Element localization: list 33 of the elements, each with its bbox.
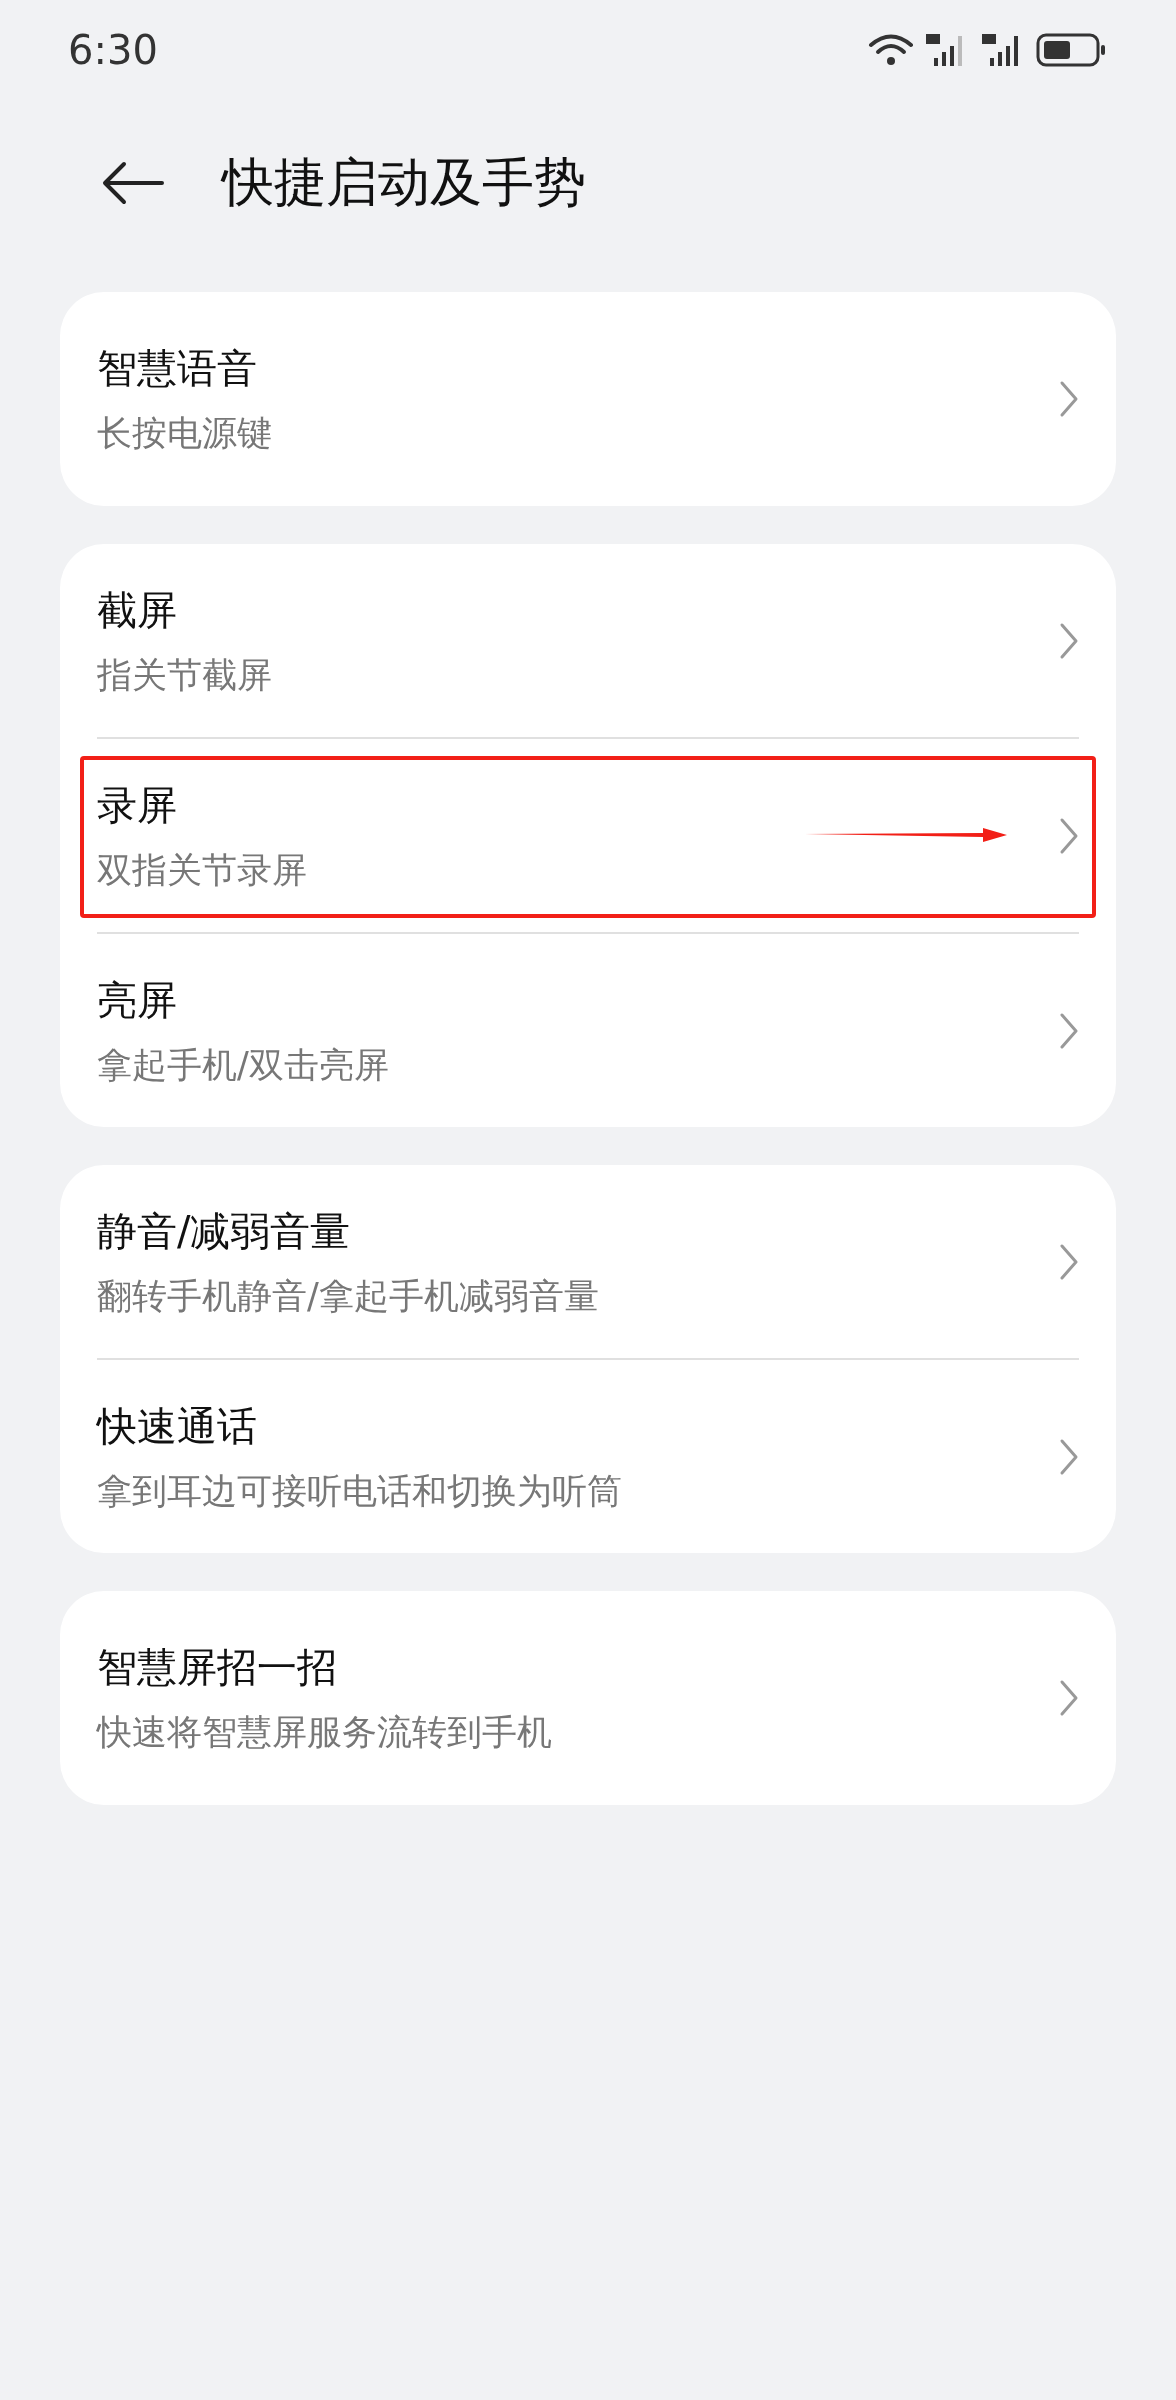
item-subtitle: 指关节截屏: [97, 653, 272, 697]
chevron-right-icon: [1059, 621, 1079, 660]
chevron-right-icon: [1059, 816, 1079, 855]
settings-item[interactable]: 智慧语音 长按电源键: [97, 292, 1079, 506]
chevron-right-icon: [1059, 1679, 1079, 1717]
item-title: 快速通话: [97, 1401, 258, 1451]
settings-item[interactable]: 静音/减弱音量 翻转手机静音/拿起手机减弱音量: [97, 1165, 1079, 1358]
settings-item[interactable]: 快速通话 拿到耳边可接听电话和切换为听筒: [97, 1360, 1079, 1553]
item-title: 智慧语音: [97, 344, 258, 393]
chevron-right-icon: [1059, 1242, 1079, 1281]
settings-item[interactable]: 亮屏 拿起手机/双击亮屏: [97, 934, 1079, 1127]
settings-item[interactable]: 截屏 指关节截屏: [97, 544, 1079, 737]
wifi-icon: [868, 32, 914, 68]
item-title: 静音/减弱音量: [97, 1206, 352, 1256]
item-subtitle: 双指关节录屏: [97, 848, 307, 892]
item-title: 亮屏: [97, 975, 178, 1025]
page-title: 快捷启动及手势: [222, 151, 586, 214]
item-subtitle: 快速将智慧屏服务流转到手机: [97, 1711, 552, 1754]
settings-item[interactable]: 录屏 双指关节录屏: [97, 739, 1079, 932]
item-subtitle: 长按电源键: [97, 412, 272, 455]
chevron-right-icon: [1059, 1011, 1079, 1050]
chevron-right-icon: [1059, 1437, 1079, 1476]
item-title: 录屏: [97, 780, 178, 830]
item-title: 智慧屏招一招: [97, 1643, 338, 1692]
settings-item[interactable]: 智慧屏招一招 快速将智慧屏服务流转到手机: [97, 1591, 1079, 1805]
status-time: 6:30: [68, 27, 158, 73]
item-title: 截屏: [97, 585, 178, 635]
back-arrow-icon[interactable]: [102, 161, 164, 205]
item-subtitle: 翻转手机静音/拿起手机减弱音量: [97, 1274, 599, 1318]
item-subtitle: 拿到耳边可接听电话和切换为听筒: [97, 1469, 622, 1513]
item-subtitle: 拿起手机/双击亮屏: [97, 1043, 389, 1087]
chevron-right-icon: [1059, 380, 1079, 418]
battery-icon: [1036, 32, 1108, 68]
